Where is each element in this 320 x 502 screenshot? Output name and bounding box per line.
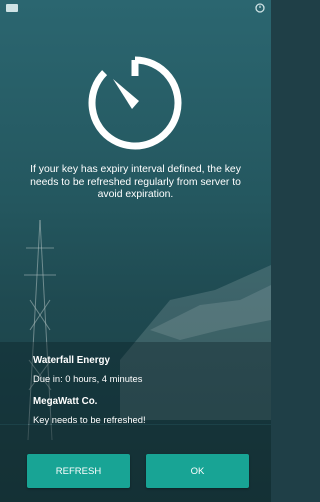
dialog-message: If your key has expiry interval defined,…: [30, 164, 241, 201]
list-item: Waterfall Energy Due in: 0 hours, 4 minu…: [33, 355, 253, 385]
alarm-icon: [255, 3, 265, 13]
timer-icon: [88, 56, 182, 150]
ok-button[interactable]: OK: [146, 454, 249, 488]
reminder-title: MegaWatt Co.: [33, 396, 98, 407]
reminder-status: Key needs to be refreshed!: [33, 414, 146, 425]
reminder-status: Due in: 0 hours, 4 minutes: [33, 373, 143, 384]
list-item: MegaWatt Co. Key needs to be refreshed!: [33, 396, 253, 426]
reminder-list: Waterfall Energy Due in: 0 hours, 4 minu…: [33, 355, 253, 437]
notification-icon: [6, 4, 18, 12]
key-refresh-screen: If your key has expiry interval defined,…: [0, 0, 271, 502]
refresh-button[interactable]: REFRESH: [27, 454, 130, 488]
reminder-title: Waterfall Energy: [33, 355, 110, 366]
